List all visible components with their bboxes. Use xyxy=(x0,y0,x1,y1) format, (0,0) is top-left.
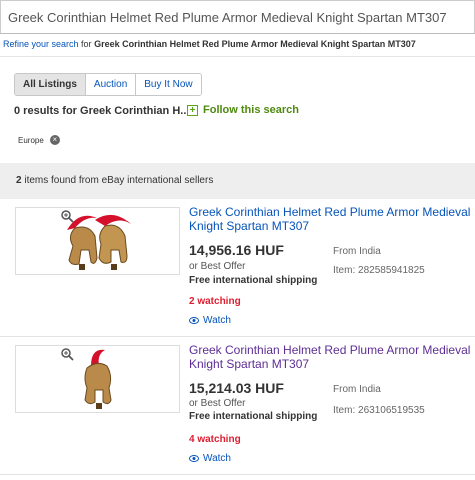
results-query: Greek Corinthian H... xyxy=(80,105,190,117)
eye-icon xyxy=(189,455,199,462)
refine-for: for xyxy=(78,39,95,49)
banner-text: items found from eBay international sell… xyxy=(21,175,214,186)
item-title-link[interactable]: Greek Corinthian Helmet Red Plume Armor … xyxy=(189,343,475,371)
zoom-icon[interactable] xyxy=(61,210,74,223)
follow-search-button[interactable]: + Follow this search xyxy=(187,104,299,116)
results-count: 0 results for Greek Corinthian H... xyxy=(14,105,189,117)
tab-buy-it-now[interactable]: Buy It Now xyxy=(135,74,201,95)
divider xyxy=(0,474,475,475)
watch-button[interactable]: Watch xyxy=(189,315,231,326)
divider xyxy=(0,56,475,57)
item-origin: From India xyxy=(333,246,381,257)
close-icon[interactable]: × xyxy=(49,135,60,145)
refine-query: Greek Corinthian Helmet Red Plume Armor … xyxy=(94,39,416,49)
watch-label: Watch xyxy=(203,315,231,326)
watch-label: Watch xyxy=(203,453,231,464)
item-offer: or Best Offer xyxy=(189,398,246,409)
filter-chip-label: Europe xyxy=(18,135,44,145)
international-sellers-banner: 2 items found from eBay international se… xyxy=(0,163,475,199)
item-number: Item: 282585941825 xyxy=(333,265,425,276)
refine-line: Refine your search for Greek Corinthian … xyxy=(3,39,416,49)
item-shipping: Free international shipping xyxy=(189,411,318,422)
item-price: 15,214.03 HUF xyxy=(189,380,284,396)
item-shipping: Free international shipping xyxy=(189,275,318,286)
tab-all-listings[interactable]: All Listings xyxy=(15,74,85,95)
item-offer: or Best Offer xyxy=(189,261,246,272)
zoom-icon[interactable] xyxy=(61,348,74,361)
tab-auction[interactable]: Auction xyxy=(84,74,136,95)
refine-search-link[interactable]: Refine your search xyxy=(3,39,79,49)
follow-search-label: Follow this search xyxy=(203,104,299,116)
item-image[interactable] xyxy=(15,207,180,275)
search-query: Greek Corinthian Helmet Red Plume Armor … xyxy=(8,10,447,25)
filter-chip-europe: Europe × xyxy=(18,135,60,145)
item-number: Item: 263106519535 xyxy=(333,405,425,416)
watch-button[interactable]: Watch xyxy=(189,453,231,464)
divider xyxy=(0,336,475,337)
results-prefix: 0 results for xyxy=(14,105,81,117)
watching-count: 2 watching xyxy=(189,296,241,307)
eye-icon xyxy=(189,317,199,324)
search-input[interactable]: Greek Corinthian Helmet Red Plume Armor … xyxy=(0,0,475,34)
item-origin: From India xyxy=(333,384,381,395)
item-price: 14,956.16 HUF xyxy=(189,242,284,258)
plus-icon: + xyxy=(187,104,198,116)
item-title-link[interactable]: Greek Corinthian Helmet Red Plume Armor … xyxy=(189,205,475,233)
item-image[interactable] xyxy=(15,345,180,413)
watching-count: 4 watching xyxy=(189,434,241,445)
listing-type-tabs: All Listings Auction Buy It Now xyxy=(14,73,202,96)
